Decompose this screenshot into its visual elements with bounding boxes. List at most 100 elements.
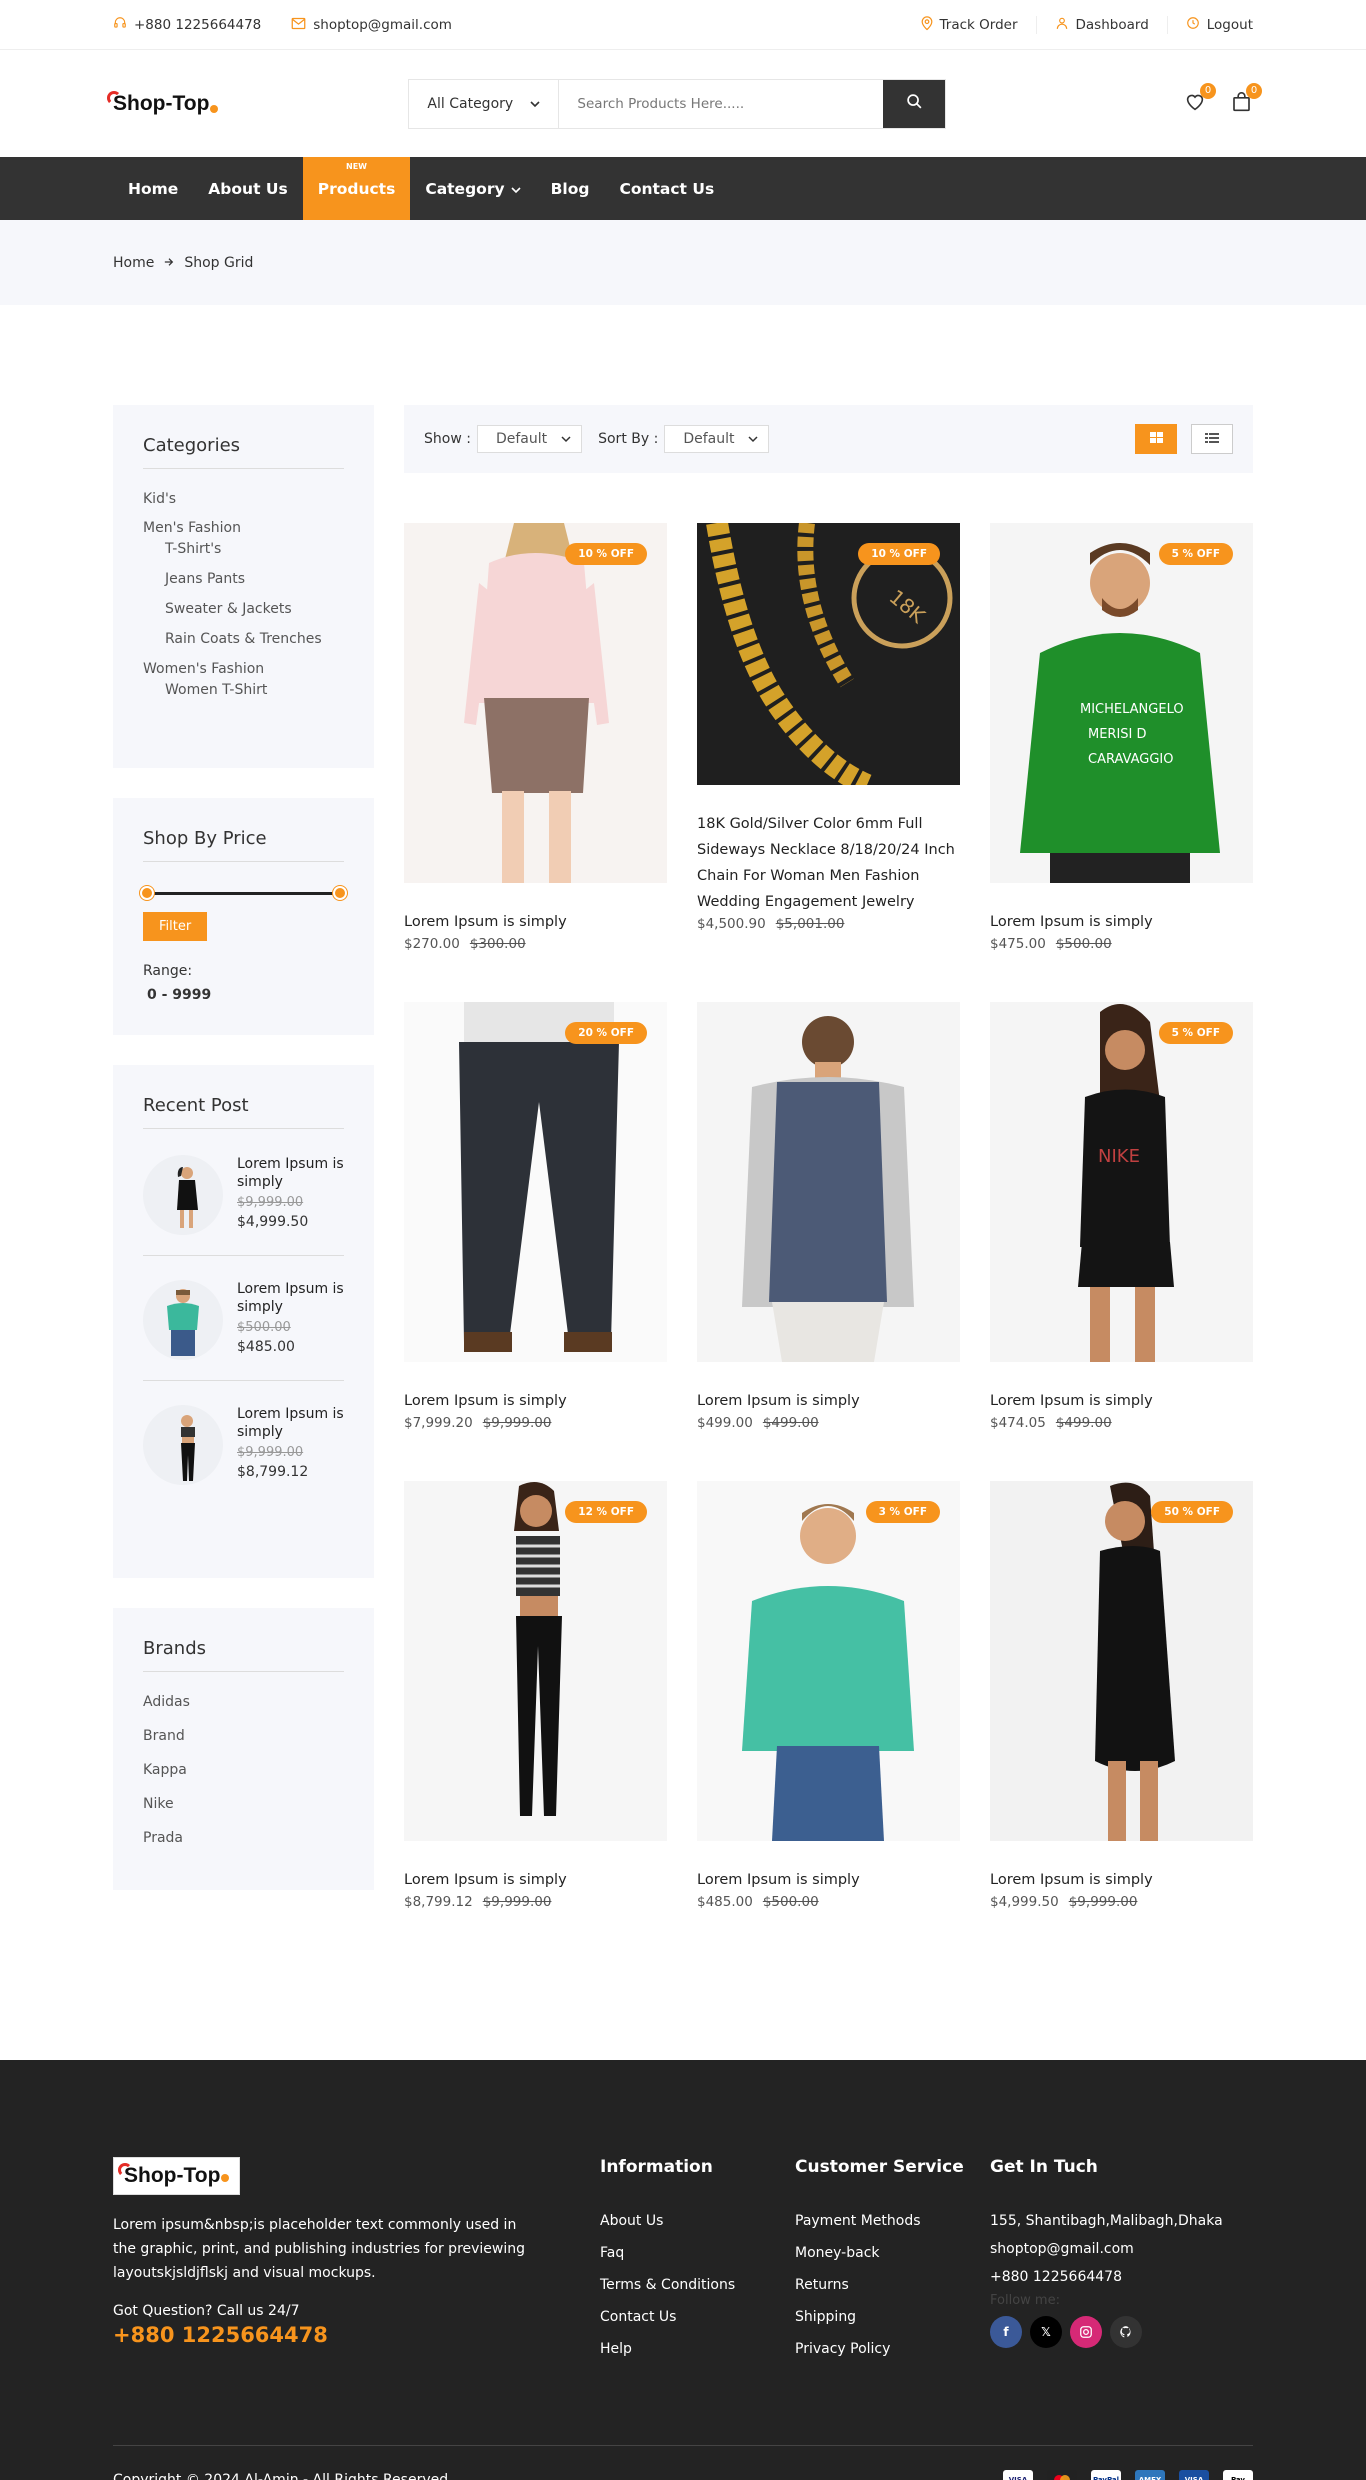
nav-category[interactable]: Category: [410, 157, 535, 220]
product-title[interactable]: Lorem Ipsum is simply: [697, 1867, 960, 1893]
footer-link[interactable]: Money-back: [795, 2245, 990, 2261]
product-image[interactable]: 50 % OFF: [990, 1481, 1253, 1841]
brand-item[interactable]: Kappa: [143, 1762, 344, 1778]
price-widget: Shop By Price Filter Range: 0 - 9999: [113, 798, 374, 1035]
footer-contact-phone[interactable]: +880 1225664478: [990, 2269, 1253, 2285]
recent-post-name: Lorem Ipsum is simply: [237, 1281, 344, 1315]
brand-item[interactable]: Prada: [143, 1830, 344, 1846]
product-image[interactable]: NIKE 5 % OFF: [990, 1002, 1253, 1362]
price-slider[interactable]: [140, 884, 347, 902]
nav-blog[interactable]: Blog: [536, 157, 605, 220]
dashboard-link[interactable]: Dashboard: [1035, 16, 1167, 34]
show-select[interactable]: Default: [476, 425, 583, 453]
category-kids[interactable]: Kid's: [143, 491, 344, 507]
topbar-phone[interactable]: +880 1225664478: [113, 16, 261, 34]
recent-post[interactable]: Lorem Ipsum is simply $500.00 $485.00: [143, 1276, 344, 1381]
footer-link[interactable]: Payment Methods: [795, 2213, 990, 2229]
product-card[interactable]: NIKE 5 % OFF Lorem Ipsum is simply $474.…: [990, 1002, 1253, 1481]
category-mens-raincoats[interactable]: Rain Coats & Trenches: [165, 631, 344, 647]
product-image[interactable]: 12 % OFF: [404, 1481, 667, 1841]
footer-email[interactable]: shoptop@gmail.com: [990, 2241, 1253, 2257]
footer-link[interactable]: Privacy Policy: [795, 2341, 990, 2357]
footer-link[interactable]: Returns: [795, 2277, 990, 2293]
instagram-icon[interactable]: [1070, 2316, 1102, 2348]
search-button[interactable]: [883, 79, 946, 128]
topbar-email[interactable]: shoptop@gmail.com: [291, 17, 452, 34]
product-title[interactable]: 18K Gold/Silver Color 6mm Full Sideways …: [697, 811, 960, 915]
footer-link[interactable]: About Us: [600, 2213, 795, 2229]
category-mens-sweaters[interactable]: Sweater & Jackets: [165, 601, 344, 617]
category-mens-jeans[interactable]: Jeans Pants: [165, 571, 344, 587]
product-card[interactable]: 10 % OFF Lorem Ipsum is simply $270.00 $3…: [404, 523, 667, 1002]
current-price: $4,999.50: [990, 1894, 1059, 1910]
product-title[interactable]: Lorem Ipsum is simply: [990, 909, 1253, 935]
chevron-down-icon: [530, 96, 540, 112]
footer-logo[interactable]: Shop-Top: [113, 2157, 241, 2195]
sort-select[interactable]: Default: [664, 425, 770, 453]
grid-view-button[interactable]: [1135, 424, 1177, 454]
filter-button[interactable]: Filter: [143, 912, 208, 941]
brand-item[interactable]: Brand: [143, 1728, 344, 1744]
search-input[interactable]: [559, 79, 884, 128]
category-mens-tshirts[interactable]: T-Shirt's: [165, 541, 344, 557]
price-max-handle[interactable]: [333, 886, 347, 900]
brand-item[interactable]: Adidas: [143, 1694, 344, 1710]
price-min-handle[interactable]: [140, 886, 154, 900]
category-womens-tshirt[interactable]: Women T-Shirt: [165, 682, 344, 698]
track-order-link[interactable]: Track Order: [903, 15, 1036, 35]
categories-title: Categories: [143, 435, 344, 469]
product-image[interactable]: [697, 1002, 960, 1362]
category-womens[interactable]: Women's Fashion Women T-Shirt: [143, 661, 344, 698]
breadcrumb-home[interactable]: Home: [113, 255, 154, 271]
price-title: Shop By Price: [143, 828, 344, 862]
sidebar: Categories Kid's Men's Fashion T-Shirt's…: [113, 405, 374, 1960]
product-card[interactable]: 12 % OFF Lorem Ipsum is simply $8,799.12…: [404, 1481, 667, 1960]
follow-label: Follow me:: [990, 2293, 1060, 2308]
old-price: $500.00: [1055, 936, 1112, 952]
nav-home[interactable]: Home: [113, 157, 193, 220]
nav-contact[interactable]: Contact Us: [604, 157, 729, 220]
wishlist-button[interactable]: 0: [1183, 82, 1216, 116]
nav-products[interactable]: NEW Products: [302, 157, 411, 220]
product-image[interactable]: MICHELANGELO MERISI D CARAVAGGIO 5 % OFF: [990, 523, 1253, 883]
product-title[interactable]: Lorem Ipsum is simply: [404, 1388, 667, 1414]
product-card[interactable]: MICHELANGELO MERISI D CARAVAGGIO 5 % OFF L…: [990, 523, 1253, 1002]
footer-phone[interactable]: +880 1225664478: [113, 2323, 600, 2347]
product-image[interactable]: 3 % OFF: [697, 1481, 960, 1841]
site-logo[interactable]: Shop-Top: [107, 90, 219, 116]
product-card[interactable]: 3 % OFF Lorem Ipsum is simply $485.00 $50…: [697, 1481, 960, 1960]
product-title[interactable]: Lorem Ipsum is simply: [697, 1388, 960, 1414]
category-select[interactable]: All Category: [409, 79, 560, 128]
footer-link[interactable]: Contact Us: [600, 2309, 795, 2325]
product-card[interactable]: 50 % OFF Lorem Ipsum is simply $4,999.50…: [990, 1481, 1253, 1960]
footer-link[interactable]: Shipping: [795, 2309, 990, 2325]
category-mens[interactable]: Men's Fashion T-Shirt's Jeans Pants Swea…: [143, 520, 344, 647]
footer-link[interactable]: Help: [600, 2341, 795, 2357]
product-image[interactable]: 18K 10 % OFF: [697, 523, 960, 785]
brand-item[interactable]: Nike: [143, 1796, 344, 1812]
copyright-author-link[interactable]: Al-Amin: [244, 2472, 298, 2480]
product-title[interactable]: Lorem Ipsum is simply: [990, 1388, 1253, 1414]
cart-button[interactable]: 0: [1229, 82, 1262, 116]
logout-label: Logout: [1206, 17, 1253, 33]
github-icon[interactable]: [1110, 2316, 1142, 2348]
nav-about[interactable]: About Us: [193, 157, 302, 220]
footer-link[interactable]: Faq: [600, 2245, 795, 2261]
product-title[interactable]: Lorem Ipsum is simply: [990, 1867, 1253, 1893]
facebook-icon[interactable]: f: [990, 2316, 1022, 2348]
product-card[interactable]: Lorem Ipsum is simply $499.00 $499.00: [697, 1002, 960, 1481]
product-title[interactable]: Lorem Ipsum is simply: [404, 909, 667, 935]
list-view-button[interactable]: [1191, 424, 1233, 454]
footer-link[interactable]: Terms & Conditions: [600, 2277, 795, 2293]
header: Shop-Top All Category 0 0: [0, 50, 1366, 157]
current-price: $8,799.12: [404, 1894, 473, 1910]
logout-link[interactable]: Logout: [1166, 16, 1253, 34]
x-twitter-icon[interactable]: 𝕏: [1030, 2316, 1062, 2348]
product-title[interactable]: Lorem Ipsum is simply: [404, 1867, 667, 1893]
product-image[interactable]: 20 % OFF: [404, 1002, 667, 1362]
product-image[interactable]: 10 % OFF: [404, 523, 667, 883]
product-card[interactable]: 18K 10 % OFF 18K Gold/Silver Color 6mm F…: [697, 523, 960, 1002]
recent-post[interactable]: Lorem Ipsum is simply $9,999.00 $8,799.1…: [143, 1401, 344, 1485]
product-card[interactable]: 20 % OFF Lorem Ipsum is simply $7,999.20…: [404, 1002, 667, 1481]
recent-post[interactable]: Lorem Ipsum is simply $9,999.00 $4,999.5…: [143, 1151, 344, 1256]
